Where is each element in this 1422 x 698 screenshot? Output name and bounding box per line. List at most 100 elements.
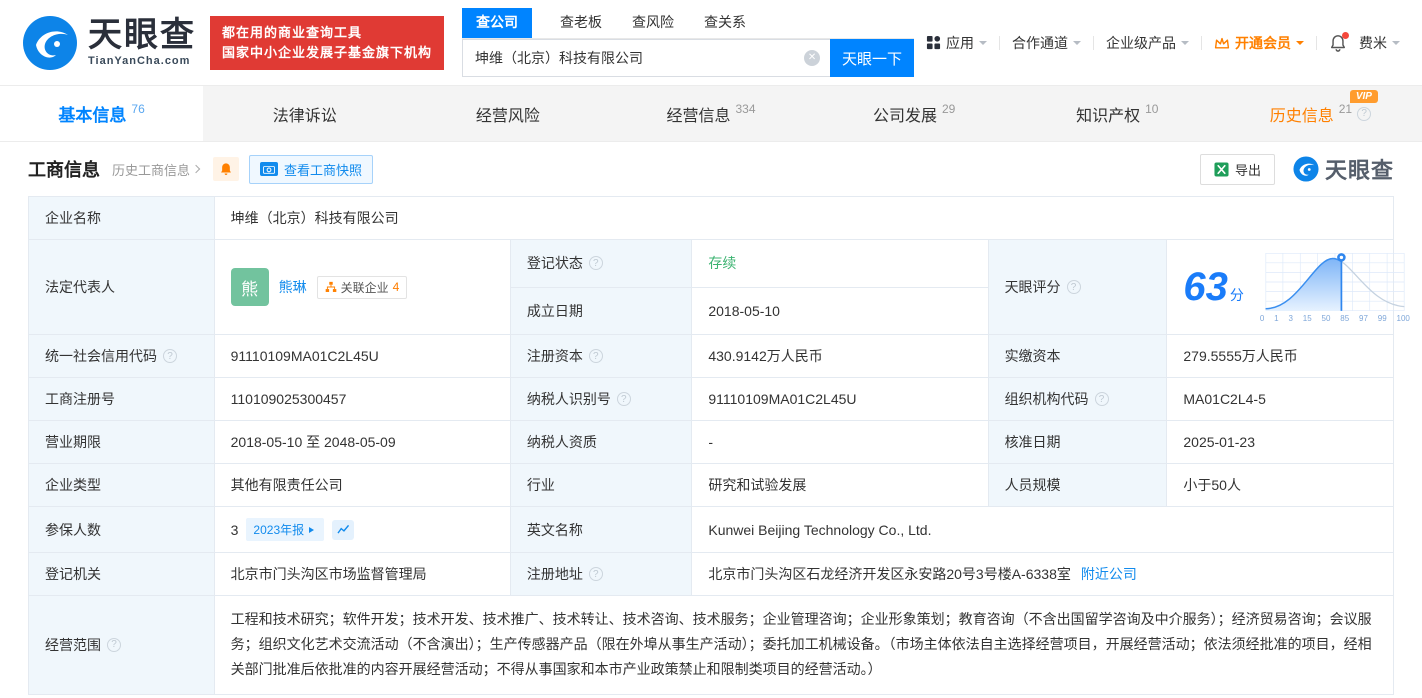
score-curve-chart bbox=[1260, 251, 1410, 313]
nav-partner[interactable]: 合作通道 bbox=[1012, 33, 1081, 53]
help-icon[interactable]: ? bbox=[163, 349, 177, 363]
section-header: 工商信息 历史工商信息 查看工商快照 导出 bbox=[0, 142, 1422, 196]
insured-english-row: 参保人数 3 2023年报 英文名称 Kunwei Beijing Techno… bbox=[29, 507, 1394, 553]
company-name-row: 企业名称 坤维（北京）科技有限公司 bbox=[29, 197, 1394, 240]
search-tab-risk[interactable]: 查风险 bbox=[630, 8, 676, 38]
tab-operation-risk[interactable]: 经营风险 bbox=[406, 86, 609, 141]
bell-icon bbox=[219, 162, 233, 176]
clear-search-icon[interactable]: ✕ bbox=[804, 50, 820, 66]
reg-status-label: 登记状态 ? bbox=[510, 240, 692, 288]
trend-chart-icon[interactable] bbox=[332, 520, 354, 540]
tab-history-info[interactable]: VIP 历史信息 21 ? bbox=[1219, 86, 1422, 141]
staff-size-value: 小于50人 bbox=[1167, 464, 1394, 507]
org-code-label: 组织机构代码 ? bbox=[988, 378, 1167, 421]
taxpayer-id-value: 91110109MA01C2L45U bbox=[692, 378, 988, 421]
credit-code-label: 统一社会信用代码 ? bbox=[29, 335, 215, 378]
reg-number-label: 工商注册号 bbox=[29, 378, 215, 421]
brand-domain: TianYanCha.com bbox=[88, 55, 196, 67]
page-tab-bar: 基本信息 76 法律诉讼 经营风险 经营信息 334 公司发展 29 知识产权 … bbox=[0, 85, 1422, 142]
authority-address-row: 登记机关 北京市门头沟区市场监督管理局 注册地址 ? 北京市门头沟区石龙经济开发… bbox=[29, 553, 1394, 596]
search-tab-relation[interactable]: 查关系 bbox=[702, 8, 748, 38]
brand-name: 天眼查 bbox=[88, 18, 196, 52]
reg-authority-label: 登记机关 bbox=[29, 553, 215, 596]
tab-intellectual-property[interactable]: 知识产权 10 bbox=[1016, 86, 1219, 141]
top-nav: 应用 合作通道 企业级产品 开通会员 bbox=[926, 33, 1400, 53]
reg-capital-value: 430.9142万人民币 bbox=[692, 335, 988, 378]
reg-address-value: 北京市门头沟区石龙经济开发区永安路20号3号楼A-6338室 附近公司 bbox=[692, 553, 1394, 596]
export-button[interactable]: 导出 bbox=[1200, 154, 1275, 185]
business-scope-label: 经营范围 ? bbox=[29, 596, 215, 695]
annual-report-badge[interactable]: 2023年报 bbox=[246, 518, 324, 541]
taxpayer-id-label: 纳税人识别号 ? bbox=[510, 378, 692, 421]
apps-grid-icon bbox=[926, 35, 941, 50]
search-tabs: 查公司 查老板 查风险 查关系 bbox=[462, 8, 914, 39]
tyc-score-value[interactable]: 63 分 bbox=[1167, 240, 1394, 335]
vip-badge: VIP bbox=[1350, 90, 1378, 103]
reg-status-value: 存续 bbox=[692, 240, 988, 288]
search-row: ✕ 天眼一下 bbox=[462, 39, 914, 77]
section-title: 工商信息 bbox=[28, 156, 100, 182]
help-icon[interactable]: ? bbox=[1067, 280, 1081, 294]
search-button[interactable]: 天眼一下 bbox=[830, 39, 914, 77]
business-term-label: 营业期限 bbox=[29, 421, 215, 464]
monitor-bell-button[interactable] bbox=[213, 157, 239, 181]
company-type-value: 其他有限责任公司 bbox=[214, 464, 510, 507]
reg-number-value: 110109025300457 bbox=[214, 378, 510, 421]
industry-label: 行业 bbox=[510, 464, 692, 507]
help-icon[interactable]: ? bbox=[589, 567, 603, 581]
legal-rep-avatar[interactable]: 熊 bbox=[231, 268, 269, 306]
chevron-down-icon bbox=[1181, 41, 1189, 49]
legal-rep-name-link[interactable]: 熊琳 bbox=[279, 277, 307, 297]
chevron-down-icon bbox=[979, 41, 987, 49]
nearby-companies-link[interactable]: 附近公司 bbox=[1081, 564, 1137, 584]
tianyancha-watermark: 天眼查 bbox=[1293, 153, 1394, 185]
excel-icon bbox=[1214, 162, 1229, 177]
search-block: 查公司 查老板 查风险 查关系 ✕ 天眼一下 bbox=[462, 8, 914, 77]
chevron-down-icon bbox=[1073, 41, 1081, 49]
top-header: 天眼查 TianYanCha.com 都在用的商业查询工具 国家中小企业发展子基… bbox=[0, 0, 1422, 85]
notification-bell-icon[interactable] bbox=[1329, 34, 1347, 52]
related-companies-badge[interactable]: 关联企业 4 bbox=[317, 276, 408, 299]
nav-apps[interactable]: 应用 bbox=[926, 33, 987, 53]
industry-value: 研究和试验发展 bbox=[692, 464, 988, 507]
search-input[interactable] bbox=[462, 39, 830, 77]
reg-capital-label: 注册资本 ? bbox=[510, 335, 692, 378]
help-icon[interactable]: ? bbox=[1095, 392, 1109, 406]
chevron-down-icon bbox=[1296, 41, 1304, 49]
search-tab-company[interactable]: 查公司 bbox=[462, 8, 532, 38]
company-name-value: 坤维（北京）科技有限公司 bbox=[214, 197, 1393, 240]
brand-text: 天眼查 TianYanCha.com bbox=[88, 18, 196, 67]
tab-legal-lawsuit[interactable]: 法律诉讼 bbox=[203, 86, 406, 141]
tab-company-development[interactable]: 公司发展 29 bbox=[813, 86, 1016, 141]
tianyancha-logo-icon bbox=[22, 15, 78, 71]
score-axis-labels: 01 315 5085 9799 100 bbox=[1260, 314, 1410, 323]
paid-capital-label: 实缴资本 bbox=[988, 335, 1167, 378]
legal-rep-value: 熊 熊琳 关联企业 4 bbox=[214, 240, 510, 335]
help-icon[interactable]: ? bbox=[617, 392, 631, 406]
legal-rep-label: 法定代表人 bbox=[29, 240, 215, 335]
search-tab-boss[interactable]: 查老板 bbox=[558, 8, 604, 38]
help-icon[interactable]: ? bbox=[107, 638, 121, 652]
divider bbox=[1093, 36, 1094, 50]
help-icon[interactable]: ? bbox=[1357, 107, 1371, 121]
legal-rep-row: 法定代表人 熊 熊琳 关联企业 4 登记状态 ? bbox=[29, 240, 1394, 288]
brand-logo[interactable]: 天眼查 TianYanCha.com bbox=[22, 15, 196, 71]
chevron-right-icon bbox=[192, 165, 200, 173]
divider bbox=[1316, 36, 1317, 50]
help-icon[interactable]: ? bbox=[589, 349, 603, 363]
brand-slogan: 都在用的商业查询工具 国家中小企业发展子基金旗下机构 bbox=[210, 16, 444, 70]
crown-icon bbox=[1214, 36, 1230, 50]
nav-open-vip[interactable]: 开通会员 bbox=[1214, 33, 1304, 53]
org-chart-icon bbox=[325, 281, 337, 293]
reg-address-label: 注册地址 ? bbox=[510, 553, 692, 596]
tab-operation-info[interactable]: 经营信息 334 bbox=[609, 86, 812, 141]
history-business-info-link[interactable]: 历史工商信息 bbox=[112, 160, 199, 179]
tab-basic-info[interactable]: 基本信息 76 bbox=[0, 86, 203, 141]
view-business-snapshot-button[interactable]: 查看工商快照 bbox=[249, 155, 373, 184]
company-type-label: 企业类型 bbox=[29, 464, 215, 507]
help-icon[interactable]: ? bbox=[589, 256, 603, 270]
nav-enterprise[interactable]: 企业级产品 bbox=[1106, 33, 1189, 53]
nav-user[interactable]: 费米 bbox=[1359, 33, 1400, 53]
approval-date-value: 2025-01-23 bbox=[1167, 421, 1394, 464]
insured-count-value: 3 2023年报 bbox=[214, 507, 510, 553]
